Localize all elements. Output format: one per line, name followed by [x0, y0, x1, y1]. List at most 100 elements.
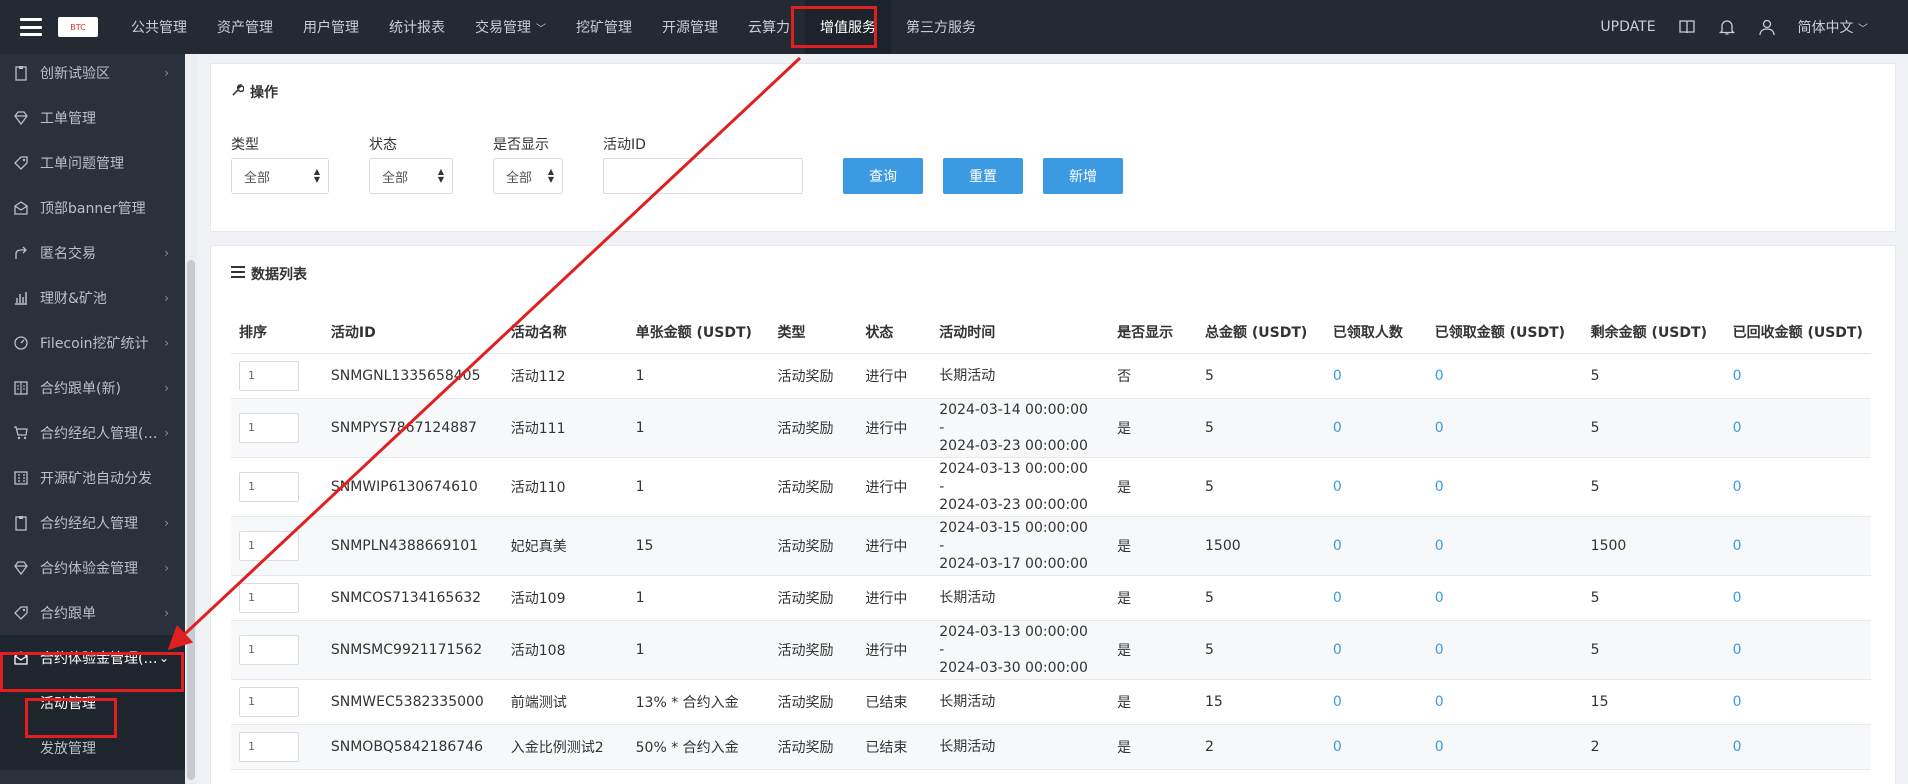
col-sort[interactable]: 排序: [231, 311, 323, 354]
claimed-amount-cell[interactable]: 0: [1426, 398, 1583, 458]
col-claimed-amount[interactable]: 已领取金额 (USDT): [1426, 311, 1583, 354]
add-button[interactable]: 新增: [1043, 158, 1123, 194]
activity-id-input[interactable]: [603, 158, 803, 194]
claimed-amount-link[interactable]: 0: [1435, 368, 1444, 384]
sort-input[interactable]: 1: [239, 412, 299, 443]
sidebar-item-anonymous[interactable]: 匿名交易 ›: [0, 230, 185, 275]
claimed-count-link[interactable]: 0: [1333, 368, 1342, 384]
sidebar-item-banner[interactable]: 顶部banner管理: [0, 185, 185, 230]
nav-item-users[interactable]: 用户管理: [288, 0, 374, 54]
claimed-count-link[interactable]: 0: [1333, 694, 1342, 710]
sidebar-item-finance[interactable]: 理财&矿池 ›: [0, 275, 185, 320]
claimed-amount-cell[interactable]: 0: [1426, 457, 1583, 517]
claimed-count-link[interactable]: 0: [1333, 590, 1342, 606]
claimed-amount-link[interactable]: 0: [1435, 479, 1444, 495]
claimed-amount-link[interactable]: 0: [1435, 420, 1444, 436]
claimed-amount-link[interactable]: 0: [1435, 739, 1444, 755]
col-claimed-count[interactable]: 已领取人数: [1324, 311, 1427, 354]
book-icon[interactable]: [1678, 18, 1696, 36]
nav-item-reports[interactable]: 统计报表: [374, 0, 460, 54]
claimed-amount-cell[interactable]: 0: [1426, 679, 1583, 725]
col-total-amount[interactable]: 总金额 (USDT): [1197, 311, 1325, 354]
logo[interactable]: BTC: [58, 17, 98, 37]
recovered-amount-link[interactable]: 0: [1733, 590, 1742, 606]
claimed-count-cell[interactable]: 0: [1324, 679, 1427, 725]
hamburger-menu-icon[interactable]: [20, 18, 42, 36]
nav-item-trading[interactable]: 交易管理 ﹀: [460, 0, 561, 54]
claimed-amount-link[interactable]: 0: [1435, 538, 1444, 554]
recovered-amount-cell[interactable]: 0: [1724, 398, 1871, 458]
nav-item-opensource[interactable]: 开源管理: [647, 0, 733, 54]
col-status[interactable]: 状态: [857, 311, 932, 354]
sort-input[interactable]: 1: [239, 582, 299, 613]
sort-input[interactable]: 1: [239, 731, 299, 762]
claimed-count-link[interactable]: 0: [1333, 538, 1342, 554]
claimed-count-cell[interactable]: 0: [1324, 620, 1427, 680]
claimed-amount-link[interactable]: 0: [1435, 590, 1444, 606]
reset-button[interactable]: 重置: [943, 158, 1023, 194]
language-select[interactable]: 简体中文 ﹀: [1798, 17, 1868, 37]
recovered-amount-link[interactable]: 0: [1733, 420, 1742, 436]
sidebar-item-trial-fund[interactable]: 合约体验金管理 ›: [0, 545, 185, 590]
claimed-amount-cell[interactable]: 0: [1426, 516, 1583, 576]
status-select[interactable]: 全部 ▲ ▼: [369, 158, 453, 194]
recovered-amount-cell[interactable]: 0: [1724, 516, 1871, 576]
claimed-count-link[interactable]: 0: [1333, 420, 1342, 436]
claimed-count-cell[interactable]: 0: [1324, 724, 1427, 770]
nav-item-mining[interactable]: 挖矿管理: [561, 0, 647, 54]
col-remaining-amount[interactable]: 剩余金额 (USDT): [1582, 311, 1725, 354]
col-recovered-amount[interactable]: 已回收金额 (USDT): [1724, 311, 1871, 354]
col-activity-id[interactable]: 活动ID: [322, 311, 503, 354]
update-link[interactable]: UPDATE: [1600, 19, 1655, 35]
recovered-amount-link[interactable]: 0: [1733, 642, 1742, 658]
claimed-count-link[interactable]: 0: [1333, 642, 1342, 658]
col-activity-name[interactable]: 活动名称: [502, 311, 628, 354]
claimed-count-link[interactable]: 0: [1333, 479, 1342, 495]
sidebar-item-opensource-pool[interactable]: 开源矿池自动分发: [0, 455, 185, 500]
nav-item-assets[interactable]: 资产管理: [202, 0, 288, 54]
claimed-amount-cell[interactable]: 0: [1426, 620, 1583, 680]
bell-icon[interactable]: [1718, 18, 1736, 36]
sidebar-item-filecoin[interactable]: Filecoin挖矿统计 ›: [0, 320, 185, 365]
sidebar-item-innovation[interactable]: 创新试验区 ›: [0, 54, 185, 95]
recovered-amount-link[interactable]: 0: [1733, 739, 1742, 755]
recovered-amount-cell[interactable]: 0: [1724, 353, 1871, 399]
query-button[interactable]: 查询: [843, 158, 923, 194]
sidebar-item-ticket-issues[interactable]: 工单问题管理: [0, 140, 185, 185]
recovered-amount-link[interactable]: 0: [1733, 538, 1742, 554]
sidebar-item-broker[interactable]: 合约经纪人管理 ›: [0, 500, 185, 545]
sort-input[interactable]: 1: [239, 471, 299, 502]
col-display[interactable]: 是否显示: [1109, 311, 1197, 354]
claimed-amount-cell[interactable]: 0: [1426, 353, 1583, 399]
claimed-count-cell[interactable]: 0: [1324, 516, 1427, 576]
claimed-amount-link[interactable]: 0: [1435, 694, 1444, 710]
nav-item-public[interactable]: 公共管理: [116, 0, 202, 54]
claimed-count-cell[interactable]: 0: [1324, 353, 1427, 399]
recovered-amount-cell[interactable]: 0: [1724, 679, 1871, 725]
sidebar-item-copytrade[interactable]: 合约跟单 ›: [0, 590, 185, 635]
recovered-amount-link[interactable]: 0: [1733, 694, 1742, 710]
sidebar-item-tickets[interactable]: 工单管理: [0, 95, 185, 140]
claimed-amount-link[interactable]: 0: [1435, 642, 1444, 658]
nav-item-third-party[interactable]: 第三方服务: [891, 0, 991, 54]
user-icon[interactable]: [1758, 18, 1776, 36]
recovered-amount-cell[interactable]: 0: [1724, 457, 1871, 517]
sidebar-item-broker-new[interactable]: 合约经纪人管理(… ›: [0, 410, 185, 455]
sort-input[interactable]: 1: [239, 360, 299, 391]
claimed-count-cell[interactable]: 0: [1324, 398, 1427, 458]
claimed-count-cell[interactable]: 0: [1324, 457, 1427, 517]
recovered-amount-cell[interactable]: 0: [1724, 724, 1871, 770]
display-select[interactable]: 全部 ▲ ▼: [493, 158, 563, 194]
sort-input[interactable]: 1: [239, 530, 299, 561]
recovered-amount-cell[interactable]: 0: [1724, 575, 1871, 621]
recovered-amount-link[interactable]: 0: [1733, 479, 1742, 495]
sidebar-scrollbar-thumb[interactable]: [187, 260, 195, 780]
claimed-amount-cell[interactable]: 0: [1426, 724, 1583, 770]
recovered-amount-link[interactable]: 0: [1733, 368, 1742, 384]
claimed-amount-cell[interactable]: 0: [1426, 575, 1583, 621]
sort-input[interactable]: 1: [239, 634, 299, 665]
recovered-amount-cell[interactable]: 0: [1724, 620, 1871, 680]
sort-input[interactable]: 1: [239, 686, 299, 717]
sidebar-item-copytrade-new[interactable]: 合约跟单(新) ›: [0, 365, 185, 410]
claimed-count-cell[interactable]: 0: [1324, 575, 1427, 621]
